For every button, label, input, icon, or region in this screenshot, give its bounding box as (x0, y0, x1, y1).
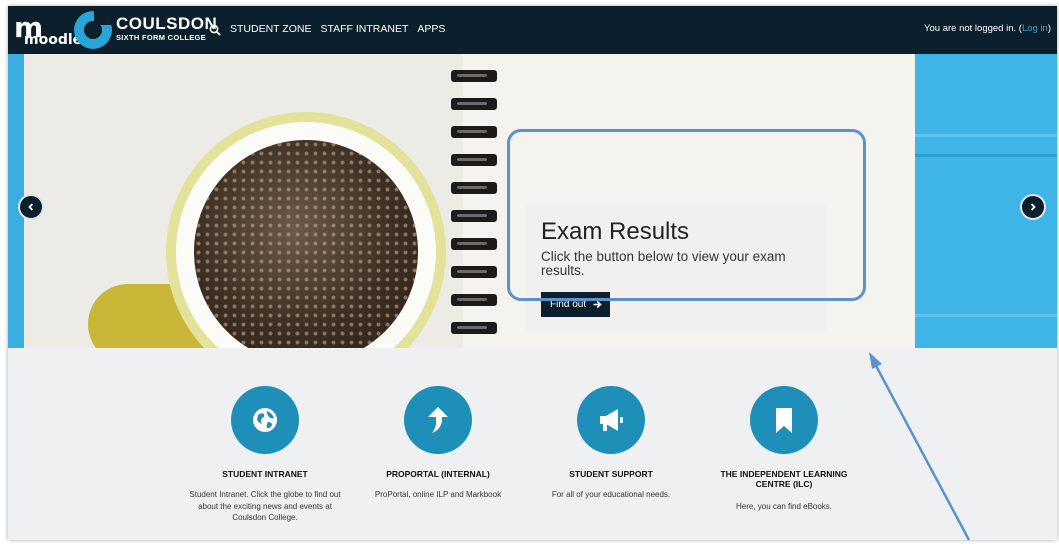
nav-staff-intranet[interactable]: STAFF INTRANET (320, 23, 408, 35)
globe-icon[interactable] (231, 386, 299, 454)
arrow-up-icon[interactable] (404, 386, 472, 454)
chevron-right-icon (1030, 203, 1036, 211)
tile-title: PROPORTAL (INTERNAL) (386, 469, 490, 479)
moodle-logo[interactable]: m moodle (12, 12, 82, 50)
tile-description: Student Intranet. Click the globe to fin… (189, 490, 341, 522)
tile-title: STUDENT INTRANET (222, 469, 308, 479)
login-status-prefix: You are not logged in. ( (924, 23, 1022, 34)
chevron-left-icon (28, 203, 34, 211)
tile-description: ProPortal, online ILP and Markbook (374, 490, 502, 499)
tile-description: Here, you can find eBooks. (735, 502, 833, 511)
carousel-next-button[interactable] (1020, 194, 1046, 220)
tile-description: For all of your educational needs. (551, 490, 671, 499)
coffee-cup-image (194, 140, 418, 348)
nav-links: STUDENT ZONE STAFF INTRANET APPS (230, 23, 445, 35)
browser-page: m moodle COULSDON SIXTH FORM COLLEGE STU… (8, 6, 1057, 540)
login-status: You are not logged in. (Log in) (924, 23, 1051, 34)
search-icon[interactable] (209, 24, 221, 36)
login-status-suffix: ) (1047, 23, 1051, 34)
arrow-right-icon (593, 300, 602, 309)
college-name: COULSDON (116, 14, 218, 33)
highlight-annotation (507, 129, 866, 301)
college-subtitle: SIXTH FORM COLLEGE (116, 33, 206, 42)
tile-title: STUDENT SUPPORT (569, 469, 653, 479)
moodle-logo-text: moodle (24, 32, 83, 48)
nav-apps[interactable]: APPS (417, 23, 445, 35)
notebook-rings (451, 60, 497, 348)
bookmark-icon[interactable] (750, 386, 818, 454)
login-link[interactable]: Log in (1022, 23, 1048, 34)
nav-student-zone[interactable]: STUDENT ZONE (230, 23, 311, 35)
college-logo-icon[interactable] (74, 11, 112, 49)
tile-title: THE INDEPENDENT LEARNING CENTRE (ILC) (720, 469, 848, 489)
top-navbar: m moodle COULSDON SIXTH FORM COLLEGE STU… (8, 6, 1057, 54)
carousel-prev-button[interactable] (18, 194, 44, 220)
megaphone-icon[interactable] (577, 386, 645, 454)
